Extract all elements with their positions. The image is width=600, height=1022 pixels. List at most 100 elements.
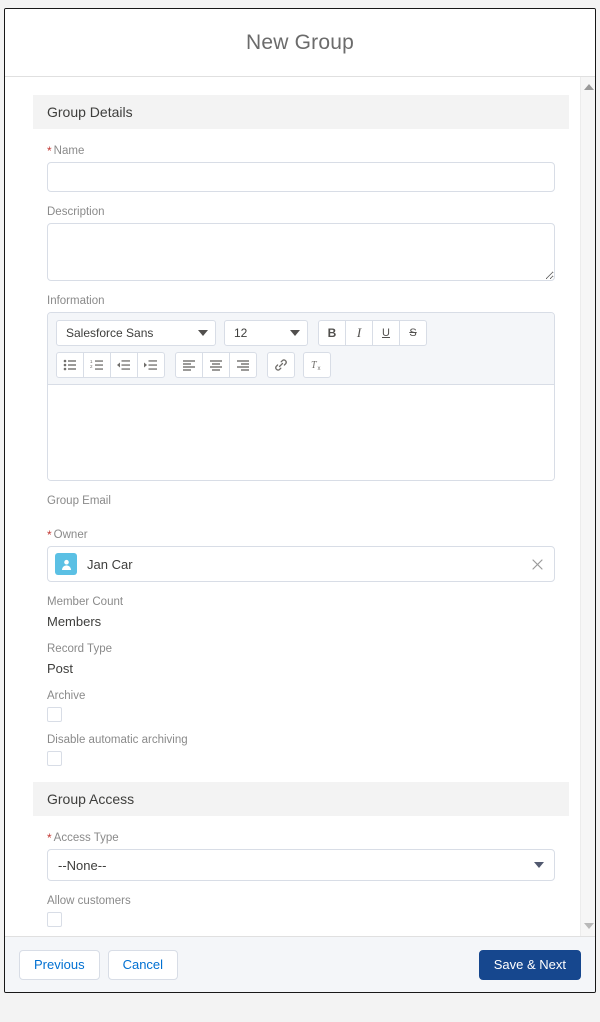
field-name: * Name bbox=[33, 143, 569, 192]
save-and-next-button[interactable]: Save & Next bbox=[478, 949, 581, 980]
rich-text-content-area[interactable] bbox=[48, 385, 554, 480]
font-family-value: Salesforce Sans bbox=[66, 326, 154, 340]
field-label-information: Information bbox=[47, 293, 555, 309]
numbered-list-button[interactable]: 12 bbox=[83, 352, 111, 378]
field-group-email: Group Email bbox=[33, 493, 569, 509]
align-right-button[interactable] bbox=[229, 352, 257, 378]
label-text-disable-automatic-archiving: Disable automatic archiving bbox=[47, 734, 188, 746]
field-label-name: * Name bbox=[47, 143, 555, 159]
field-allow-customers: Allow customers bbox=[33, 893, 569, 927]
alignment-button-group bbox=[175, 352, 257, 378]
chevron-down-icon bbox=[198, 330, 208, 336]
rich-text-toolbar: Salesforce Sans 12 B I U S 1 2 T x bbox=[48, 313, 554, 385]
svg-text:x: x bbox=[318, 366, 321, 372]
indent-button[interactable] bbox=[137, 352, 165, 378]
field-label-archive: Archive bbox=[47, 688, 555, 704]
clear-owner-icon[interactable] bbox=[528, 555, 546, 573]
bulleted-list-icon bbox=[63, 359, 77, 371]
italic-icon: I bbox=[356, 325, 362, 340]
field-owner: * Owner Jan Car bbox=[33, 527, 569, 582]
italic-button[interactable]: I bbox=[345, 320, 373, 346]
owner-lookup-field[interactable]: Jan Car bbox=[47, 546, 555, 582]
strikethrough-button[interactable]: S bbox=[399, 320, 427, 346]
cancel-button[interactable]: Cancel bbox=[107, 949, 179, 980]
owner-value: Jan Car bbox=[87, 556, 133, 572]
label-text-access-type: Access Type bbox=[53, 832, 119, 844]
label-text-owner: Owner bbox=[53, 529, 88, 541]
outdent-button[interactable] bbox=[110, 352, 138, 378]
description-textarea[interactable] bbox=[47, 223, 555, 281]
bulleted-list-button[interactable] bbox=[56, 352, 84, 378]
strikethrough-icon: S bbox=[409, 327, 417, 339]
vertical-scrollbar[interactable] bbox=[580, 77, 595, 936]
align-right-icon bbox=[236, 359, 250, 371]
field-label-disable-automatic-archiving: Disable automatic archiving bbox=[47, 732, 555, 748]
rich-text-toolbar-row-1: Salesforce Sans 12 B I U S bbox=[56, 320, 546, 346]
new-group-modal: New Group Group Details * Name Descriptio… bbox=[4, 8, 596, 993]
record-type-value: Post bbox=[47, 661, 74, 676]
label-text-record-type: Record Type bbox=[47, 643, 112, 655]
name-input[interactable] bbox=[47, 162, 555, 192]
rich-text-toolbar-row-2: 12 T x bbox=[56, 352, 546, 378]
font-size-select[interactable]: 12 bbox=[224, 320, 308, 346]
bold-button[interactable]: B bbox=[318, 320, 346, 346]
label-text-allow-customers: Allow customers bbox=[47, 895, 131, 907]
rich-text-editor: Salesforce Sans 12 B I U S 1 2 T x bbox=[47, 312, 555, 481]
modal-header: New Group bbox=[5, 9, 595, 77]
list-button-group: 12 bbox=[56, 352, 165, 378]
page-background: New Group Group Details * Name Descriptio… bbox=[0, 0, 600, 1022]
archive-checkbox[interactable] bbox=[47, 707, 62, 722]
font-family-select[interactable]: Salesforce Sans bbox=[56, 320, 216, 346]
modal-footer: Previous Cancel Save & Next bbox=[5, 936, 595, 992]
align-center-icon bbox=[209, 359, 223, 371]
align-left-icon bbox=[182, 359, 196, 371]
disable-automatic-archiving-checkbox[interactable] bbox=[47, 751, 62, 766]
label-text-archive: Archive bbox=[47, 690, 86, 702]
section-title-group-access: Group Access bbox=[47, 791, 135, 807]
field-label-member-count: Member Count bbox=[47, 594, 555, 610]
user-avatar-icon bbox=[55, 553, 77, 575]
align-center-button[interactable] bbox=[202, 352, 230, 378]
indent-icon bbox=[144, 359, 158, 371]
bold-icon: B bbox=[327, 326, 337, 340]
field-label-allow-customers: Allow customers bbox=[47, 893, 555, 909]
link-icon bbox=[274, 358, 288, 372]
label-text-member-count: Member Count bbox=[47, 596, 124, 608]
field-information: Information Salesforce Sans 12 B I U S 1… bbox=[33, 293, 569, 481]
field-record-type: Record Type Post bbox=[33, 641, 569, 678]
modal-body-scroll-area[interactable]: Group Details * Name Description Informat… bbox=[5, 77, 595, 936]
field-archive: Archive bbox=[33, 688, 569, 722]
field-label-record-type: Record Type bbox=[47, 641, 555, 657]
access-type-value: --None-- bbox=[58, 857, 107, 873]
label-text-information: Information bbox=[47, 295, 105, 307]
numbered-list-icon: 12 bbox=[90, 359, 104, 371]
link-button[interactable] bbox=[267, 352, 295, 378]
scroll-down-icon[interactable] bbox=[581, 918, 595, 934]
required-asterisk-name: * bbox=[47, 144, 52, 158]
field-label-owner: * Owner bbox=[47, 527, 555, 543]
field-label-access-type: * Access Type bbox=[47, 830, 555, 846]
page-title: New Group bbox=[245, 30, 354, 54]
field-access-type: * Access Type --None-- bbox=[33, 830, 569, 881]
required-asterisk-owner: * bbox=[47, 528, 52, 542]
svg-text:2: 2 bbox=[90, 364, 93, 369]
field-member-count: Member Count Members bbox=[33, 594, 569, 631]
font-size-value: 12 bbox=[234, 326, 248, 340]
align-left-button[interactable] bbox=[175, 352, 203, 378]
field-disable-automatic-archiving: Disable automatic archiving bbox=[33, 732, 569, 766]
outdent-icon bbox=[117, 359, 131, 371]
required-asterisk-access-type: * bbox=[47, 831, 52, 845]
access-type-select[interactable]: --None-- bbox=[47, 849, 555, 881]
chevron-down-icon bbox=[290, 330, 300, 336]
label-text-description: Description bbox=[47, 206, 105, 218]
label-text-name: Name bbox=[53, 145, 85, 157]
underline-button[interactable]: U bbox=[372, 320, 400, 346]
previous-button[interactable]: Previous bbox=[19, 949, 100, 980]
text-style-button-group: B I U S bbox=[318, 320, 427, 346]
field-label-description: Description bbox=[47, 204, 555, 220]
scroll-up-icon[interactable] bbox=[581, 79, 595, 95]
field-description: Description bbox=[33, 204, 569, 281]
section-header-group-access: Group Access bbox=[33, 782, 569, 816]
allow-customers-checkbox[interactable] bbox=[47, 912, 62, 927]
remove-formatting-button[interactable]: Tx bbox=[303, 352, 331, 378]
